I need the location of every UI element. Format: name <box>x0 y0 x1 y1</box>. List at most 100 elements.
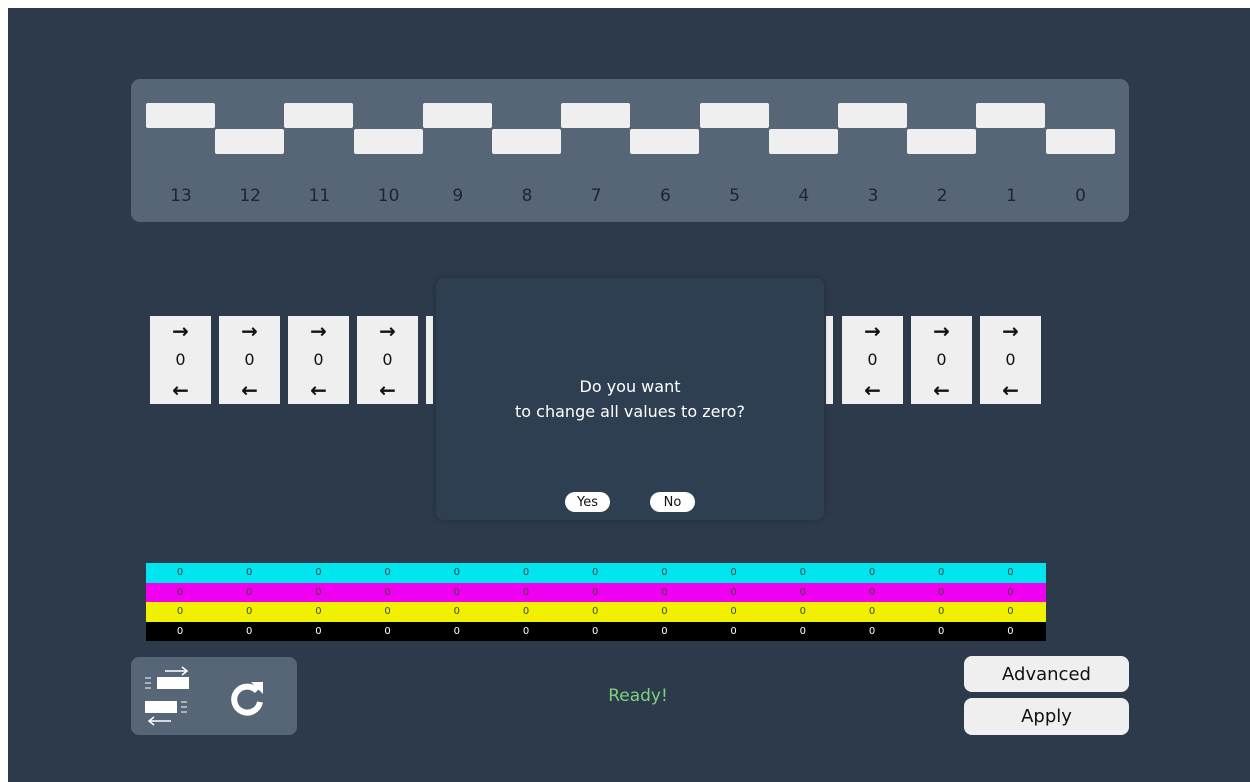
arrow-left-icon[interactable]: ← <box>842 380 903 400</box>
arrow-left-icon[interactable]: ← <box>288 380 349 400</box>
app-window: 13 12 11 10 9 8 7 6 5 4 3 2 1 0 → 0 ← → 0 ← → 0 ← → 0 ← → 0 ← → 0 ← → 0 ←… <box>8 8 1250 782</box>
arrow-right-icon[interactable]: → <box>288 321 349 341</box>
bar-value[interactable]: 0 <box>303 583 333 602</box>
bar-value[interactable]: 0 <box>165 563 195 582</box>
ruler-block <box>422 103 492 128</box>
bar-value[interactable]: 0 <box>649 622 679 641</box>
offset-card: → 0 ← <box>911 316 972 404</box>
bar-value[interactable]: 0 <box>719 602 749 621</box>
bar-value[interactable]: 0 <box>580 602 610 621</box>
ruler-block <box>1045 129 1115 154</box>
ruler-block <box>630 129 700 154</box>
bar-value[interactable]: 0 <box>857 583 887 602</box>
bar-value[interactable]: 0 <box>373 583 403 602</box>
bar-value[interactable]: 0 <box>511 602 541 621</box>
bar-value[interactable]: 0 <box>926 563 956 582</box>
bar-value[interactable]: 0 <box>580 622 610 641</box>
arrow-left-icon[interactable]: ← <box>219 380 280 400</box>
bar-value[interactable]: 0 <box>373 563 403 582</box>
arrow-left-icon[interactable]: ← <box>911 380 972 400</box>
bar-value[interactable]: 0 <box>857 622 887 641</box>
bar-value[interactable]: 0 <box>303 602 333 621</box>
arrow-left-icon[interactable]: ← <box>980 380 1041 400</box>
bar-value[interactable]: 0 <box>580 583 610 602</box>
swap-direction-icon[interactable] <box>137 664 197 728</box>
arrow-left-icon[interactable]: ← <box>357 380 418 400</box>
ruler-label: 6 <box>659 186 671 206</box>
bar-value[interactable]: 0 <box>165 583 195 602</box>
ruler-label: 10 <box>377 186 400 206</box>
bar-value[interactable]: 0 <box>995 602 1025 621</box>
arrow-right-icon[interactable]: → <box>980 321 1041 341</box>
black-bar: 0 0 0 0 0 0 0 0 0 0 0 0 0 <box>146 621 1046 641</box>
bar-value[interactable]: 0 <box>303 622 333 641</box>
bar-value[interactable]: 0 <box>926 602 956 621</box>
offset-card: → 0 ← <box>288 316 349 404</box>
bar-value[interactable]: 0 <box>373 622 403 641</box>
bar-value[interactable]: 0 <box>788 563 818 582</box>
bar-value[interactable]: 0 <box>165 602 195 621</box>
bar-value[interactable]: 0 <box>165 622 195 641</box>
yes-button[interactable]: Yes <box>565 492 610 512</box>
arrow-right-icon[interactable]: → <box>150 321 211 341</box>
bar-value[interactable]: 0 <box>234 583 264 602</box>
bar-value[interactable]: 0 <box>788 602 818 621</box>
arrow-right-icon[interactable]: → <box>357 321 418 341</box>
ruler-label: 12 <box>239 186 261 206</box>
arrow-right-icon[interactable]: → <box>911 321 972 341</box>
bar-value[interactable]: 0 <box>719 563 749 582</box>
bar-value[interactable]: 0 <box>719 622 749 641</box>
bar-value[interactable]: 0 <box>234 602 264 621</box>
ruler-label: 9 <box>452 186 464 206</box>
bar-value[interactable]: 0 <box>995 563 1025 582</box>
bar-value[interactable]: 0 <box>234 563 264 582</box>
bar-value[interactable]: 0 <box>442 602 472 621</box>
color-values-table: 0000000000000000000000000000000000000000… <box>146 563 1046 641</box>
bar-value[interactable]: 0 <box>442 583 472 602</box>
bar-value[interactable]: 0 <box>788 622 818 641</box>
ruler-label: 2 <box>936 186 948 206</box>
bar-value[interactable]: 0 <box>303 563 333 582</box>
refresh-icon[interactable] <box>227 678 267 718</box>
arrow-right-icon[interactable]: → <box>219 321 280 341</box>
apply-button[interactable]: Apply <box>964 698 1129 735</box>
confirm-dialog: Do you want to change all values to zero… <box>436 278 824 520</box>
ruler-label: 7 <box>590 186 602 206</box>
bar-value[interactable]: 0 <box>234 622 264 641</box>
bar-value[interactable]: 0 <box>442 563 472 582</box>
bar-value[interactable]: 0 <box>373 602 403 621</box>
magenta-bar: 0 0 0 0 0 0 0 0 0 0 0 0 0 <box>146 582 1046 602</box>
bar-value[interactable]: 0 <box>649 563 679 582</box>
arrow-right-icon[interactable]: → <box>842 321 903 341</box>
bar-value[interactable]: 0 <box>511 563 541 582</box>
offset-value: 0 <box>313 350 324 369</box>
bar-value[interactable]: 0 <box>857 602 887 621</box>
cyan-bar: 0 0 0 0 0 0 0 0 0 0 0 0 0 <box>146 563 1046 583</box>
bar-value[interactable]: 0 <box>857 563 887 582</box>
no-button[interactable]: No <box>650 492 695 512</box>
bar-value[interactable]: 0 <box>926 583 956 602</box>
offset-value: 0 <box>867 350 878 369</box>
bar-value[interactable]: 0 <box>511 622 541 641</box>
bar-value[interactable]: 0 <box>442 622 472 641</box>
arrow-left-icon[interactable]: ← <box>150 380 211 400</box>
bar-value[interactable]: 0 <box>649 583 679 602</box>
dialog-message-line1: Do you want <box>579 377 681 396</box>
ruler-label: 3 <box>867 186 879 206</box>
bar-value[interactable]: 0 <box>719 583 749 602</box>
advanced-button[interactable]: Advanced <box>964 656 1129 692</box>
ruler-block <box>768 129 838 154</box>
status-text: Ready! <box>608 686 668 706</box>
bar-value[interactable]: 0 <box>649 602 679 621</box>
bar-value[interactable]: 0 <box>580 563 610 582</box>
tool-panel <box>131 657 297 735</box>
bar-value[interactable]: 0 <box>511 583 541 602</box>
bar-value[interactable]: 0 <box>995 622 1025 641</box>
offset-value: 0 <box>936 350 947 369</box>
bar-value[interactable]: 0 <box>995 583 1025 602</box>
ruler-block <box>146 103 215 128</box>
bar-value[interactable]: 0 <box>788 583 818 602</box>
bar-value[interactable]: 0 <box>926 622 956 641</box>
ruler-block <box>353 129 423 154</box>
offset-card: → 0 ← <box>842 316 903 404</box>
